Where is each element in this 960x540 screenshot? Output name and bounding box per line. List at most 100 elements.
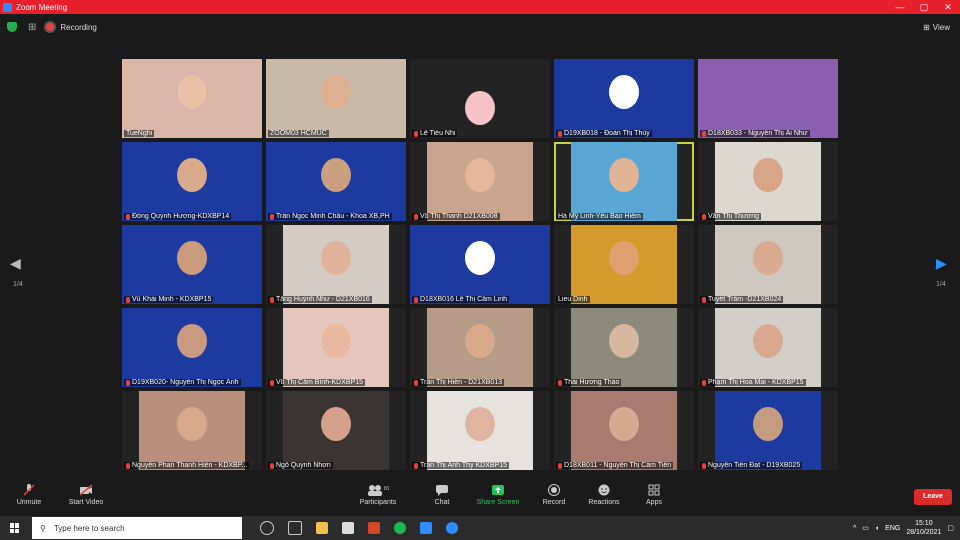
prev-page-arrow-icon[interactable]: ◀ (10, 255, 21, 272)
network-icon[interactable]: ▭ (862, 524, 869, 532)
participant-video (266, 142, 406, 221)
participant-name: Trần Thị Ánh Thy KDXBP15 (420, 462, 508, 469)
participant-avatar (753, 158, 783, 192)
participant-video (715, 308, 821, 387)
zalo-icon[interactable] (446, 522, 458, 534)
language-indicator[interactable]: ENG (885, 525, 900, 532)
participant-video (571, 142, 677, 221)
participant-avatar (177, 324, 207, 358)
meeting-info-icon[interactable]: ⊞ (28, 22, 36, 33)
participant-name-label: Võ Thị Thanh D21XB008 (412, 213, 500, 220)
participant-avatar (609, 75, 639, 109)
file-explorer-icon[interactable] (316, 522, 328, 534)
participant-tile[interactable]: Trần Thị Hiền - D21XB013 (410, 308, 550, 387)
reactions-icon (598, 484, 610, 496)
security-shield-icon[interactable] (7, 22, 17, 32)
participant-tile[interactable]: D19XB018 - Đoàn Thị Thủy (554, 59, 694, 138)
participant-name-label: Vũ Khải Minh - KDXBP15 (124, 296, 214, 303)
record-button[interactable]: Record (526, 482, 582, 506)
participant-avatar (465, 241, 495, 275)
participant-tile[interactable]: Nguyễn Tiến Đạt - D19XB025 (698, 391, 838, 470)
participant-tile[interactable]: D18XB011 - Nguyễn Thị Cẩm Tiên (554, 391, 694, 470)
participant-tile[interactable]: Lieu Dinh (554, 225, 694, 304)
participant-tile[interactable]: TueNghi (122, 59, 262, 138)
minimize-button[interactable]: — (888, 0, 912, 14)
participant-video (456, 75, 504, 125)
reactions-button[interactable]: Reactions (576, 482, 632, 506)
participant-tile[interactable]: Nguyễn Phan Thanh Hiền - KDXBP... (122, 391, 262, 470)
participant-tile[interactable]: D18XB033 - Nguyễn Thị Ái Như (698, 59, 838, 138)
apps-icon (648, 484, 660, 496)
participant-avatar (609, 158, 639, 192)
participant-tile[interactable]: Lê Tiểu Nhi (410, 59, 550, 138)
participant-name: Văn Thị Thương (708, 213, 760, 220)
muted-mic-icon (558, 379, 562, 386)
participant-tile[interactable]: D19XB020- Nguyễn Thị Ngọc Ánh (122, 308, 262, 387)
unmute-button[interactable]: Unmute (1, 482, 57, 506)
participants-button[interactable]: 81 Participants (350, 482, 406, 506)
spotify-icon[interactable] (394, 522, 406, 534)
maximize-button[interactable]: ▢ (912, 0, 936, 14)
share-screen-button[interactable]: Share Screen (470, 482, 526, 506)
chevron-up-icon[interactable]: ^ (853, 525, 856, 532)
participant-tile[interactable]: Hà Mỹ Linh-Yêu Bảo Hiểm (554, 142, 694, 221)
start-video-button[interactable]: Start Video (58, 482, 114, 506)
participant-avatar (177, 158, 207, 192)
participant-tile[interactable]: Tuyết Trâm -D21XB024 (698, 225, 838, 304)
participant-avatar (753, 241, 783, 275)
zoom-taskbar-icon[interactable] (420, 522, 432, 534)
muted-mic-icon (270, 462, 274, 469)
participant-video (571, 391, 677, 470)
muted-mic-icon (414, 296, 418, 303)
muted-mic-icon (414, 130, 418, 137)
participant-tile[interactable]: Võ Thị Cẩm Bình-KDXBP15 (266, 308, 406, 387)
participant-name: Lieu Dinh (558, 296, 588, 303)
notifications-icon[interactable]: ▢ (947, 524, 954, 532)
participant-tile[interactable]: Thái Hương Thảo (554, 308, 694, 387)
task-view-icon[interactable] (288, 521, 302, 535)
zoom-app-icon (3, 2, 12, 12)
participant-avatar (177, 241, 207, 275)
participant-video (139, 391, 245, 470)
view-grid-icon: ⊞ (923, 22, 930, 32)
participant-name: D18XB016 Lê Thị Cẩm Linh (420, 296, 508, 303)
participant-avatar (321, 75, 351, 109)
participant-tile[interactable]: Ngô Quỳnh Nhơn (266, 391, 406, 470)
participant-name: Hà Mỹ Linh-Yêu Bảo Hiểm (558, 213, 641, 220)
participant-tile[interactable]: Đồng Quỳnh Hương-KDXBP14 (122, 142, 262, 221)
chat-button[interactable]: Chat (414, 482, 470, 506)
participant-tile[interactable]: Võ Thị Thanh D21XB008 (410, 142, 550, 221)
participant-tile[interactable]: Phạm Thị Hoa Mai - KDXBP15 (698, 308, 838, 387)
participant-tile[interactable]: Văn Thị Thương (698, 142, 838, 221)
leave-button[interactable]: Leave (914, 489, 952, 505)
cortana-icon[interactable] (260, 521, 274, 535)
windows-taskbar: ⚲ Type here to search ^ ▭ ◖ ENG 15:10 28… (0, 516, 960, 540)
participant-name-label: D19XB020- Nguyễn Thị Ngọc Ánh (124, 379, 241, 386)
participant-name-label: Tuyết Trâm -D21XB024 (700, 296, 784, 303)
apps-button[interactable]: Apps (626, 482, 682, 506)
participant-video (283, 308, 389, 387)
video-off-icon (79, 484, 93, 496)
powerpoint-icon[interactable] (368, 522, 380, 534)
participant-tile[interactable]: ZOOM03 HCMUC (266, 59, 406, 138)
windows-start-icon[interactable] (10, 523, 20, 533)
search-icon: ⚲ (40, 523, 46, 533)
next-page-arrow-icon[interactable]: ▶ (936, 255, 947, 272)
close-button[interactable]: ✕ (936, 0, 960, 14)
store-icon[interactable] (342, 522, 354, 534)
taskbar-search-box[interactable]: ⚲ Type here to search (32, 517, 242, 539)
participant-tile[interactable]: D18XB016 Lê Thị Cẩm Linh (410, 225, 550, 304)
recording-label: Recording (60, 22, 97, 32)
participant-tile[interactable]: Trần Thị Ánh Thy KDXBP15 (410, 391, 550, 470)
muted-mic-icon (270, 296, 274, 303)
participant-name-label: Phạm Thị Hoa Mai - KDXBP15 (700, 379, 806, 386)
taskbar-clock[interactable]: 15:10 28/10/2021 (906, 519, 941, 537)
volume-icon[interactable]: ◖ (875, 525, 879, 532)
participant-name-label: D18XB033 - Nguyễn Thị Ái Như (700, 130, 810, 137)
participant-tile[interactable]: Vũ Khải Minh - KDXBP15 (122, 225, 262, 304)
participant-tile[interactable]: Tăng Huỳnh Như - D21XB016 (266, 225, 406, 304)
participant-name: Phạm Thị Hoa Mai - KDXBP15 (708, 379, 804, 386)
view-button[interactable]: ⊞ View (923, 23, 950, 32)
participant-tile[interactable]: Trần Ngọc Minh Châu - Khoa XB,PH (266, 142, 406, 221)
muted-mic-icon (702, 213, 706, 220)
